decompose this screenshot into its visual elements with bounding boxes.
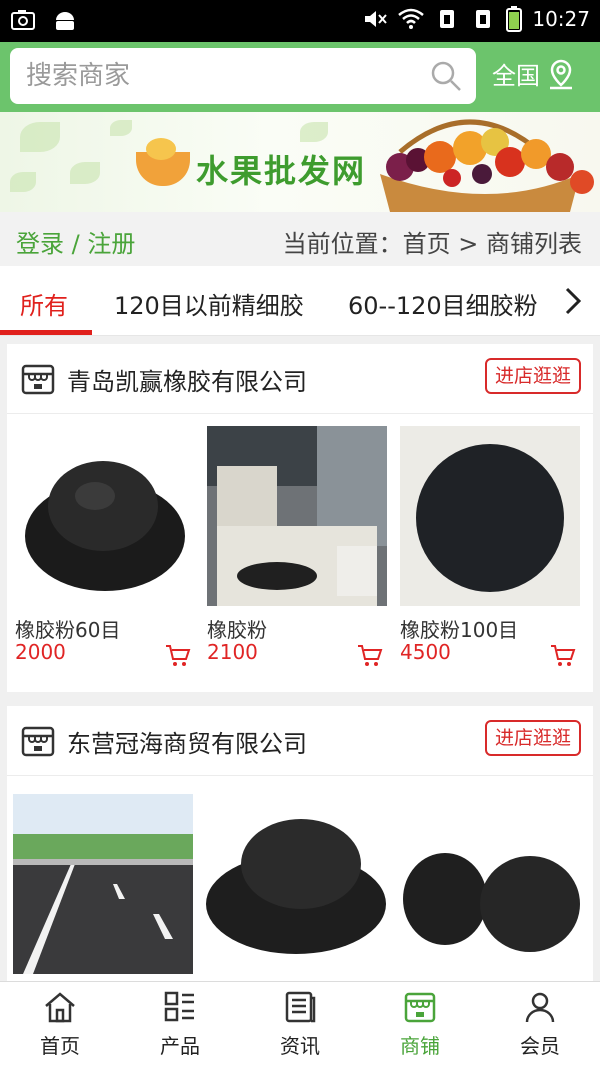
leaf-decoration xyxy=(10,172,36,192)
screenshot-icon xyxy=(11,10,35,30)
home-icon xyxy=(45,992,75,1023)
shop-header[interactable]: 东营冠海商贸有限公司 进店逛逛 xyxy=(7,706,593,776)
location-pin-icon xyxy=(550,59,572,89)
leaf-decoration xyxy=(20,122,60,152)
clock: 10:27 xyxy=(532,7,590,31)
nav-shops[interactable]: 商铺 xyxy=(360,982,480,1067)
product-image xyxy=(15,426,195,606)
shop-name: 青岛凯赢橡胶有限公司 xyxy=(67,368,307,396)
product-price: 2100 xyxy=(207,640,258,664)
shop-icon xyxy=(404,992,436,1023)
nav-label: 首页 xyxy=(40,1034,80,1058)
region-selector[interactable]: 全国 xyxy=(492,56,576,91)
search-icon[interactable] xyxy=(430,60,462,92)
product-name: 橡胶粉60目 xyxy=(15,618,121,642)
search-input[interactable] xyxy=(26,58,416,94)
nav-member[interactable]: 会员 xyxy=(480,982,600,1067)
tab-60-120-fine-powder[interactable]: 60--120目细胶粉 xyxy=(348,286,538,321)
tab-120-fine-rubber[interactable]: 120目以前精细胶 xyxy=(114,286,304,321)
status-bar: 10:27 xyxy=(0,0,600,42)
breadcrumb: 当前位置：首页 > 商铺列表 xyxy=(282,230,582,258)
leaf-decoration xyxy=(70,162,100,184)
android-icon xyxy=(56,12,74,30)
cart-icon[interactable] xyxy=(357,644,383,668)
nav-news[interactable]: 资讯 xyxy=(240,982,360,1067)
nav-label: 商铺 xyxy=(400,1034,440,1058)
product-image xyxy=(207,426,387,606)
tab-all[interactable]: 所有 xyxy=(20,286,68,321)
product-name: 橡胶粉100目 xyxy=(400,618,519,642)
region-label: 全国 xyxy=(492,62,540,90)
sim2-signal-icon xyxy=(476,10,491,28)
visit-shop-button[interactable]: 进店逛逛 xyxy=(485,720,581,756)
visit-shop-button[interactable]: 进店逛逛 xyxy=(485,358,581,394)
promo-banner[interactable]: 水果批发网 xyxy=(0,112,600,212)
category-tabs: 所有 120目以前精细胶 60--120目细胶粉 xyxy=(0,266,600,336)
search-header: 全国 xyxy=(0,42,600,112)
nav-products[interactable]: 产品 xyxy=(120,982,240,1067)
shop-card: 东营冠海商贸有限公司 进店逛逛 xyxy=(7,706,593,981)
product-name: 橡胶粉 xyxy=(207,618,267,642)
storefront-icon xyxy=(21,726,55,757)
battery-icon xyxy=(506,6,523,32)
member-icon xyxy=(525,992,555,1023)
mute-icon xyxy=(365,11,388,27)
storefront-icon xyxy=(21,364,55,395)
leaf-decoration xyxy=(110,120,132,136)
product-image xyxy=(206,794,386,974)
breadcrumb-bar: 登录 / 注册 当前位置：首页 > 商铺列表 xyxy=(0,212,600,266)
search-box[interactable] xyxy=(10,48,476,104)
banner-title: 水果批发网 xyxy=(196,152,367,190)
product-price: 2000 xyxy=(15,640,66,664)
nav-home[interactable]: 首页 xyxy=(0,982,120,1067)
shop-name: 东营冠海商贸有限公司 xyxy=(67,730,307,758)
shop-card: 青岛凯赢橡胶有限公司 进店逛逛 橡胶粉60目 2000 橡胶粉 2100 橡胶粉… xyxy=(7,344,593,692)
chevron-right-icon[interactable] xyxy=(558,286,588,316)
product-grid-icon xyxy=(164,991,194,1022)
shop-header[interactable]: 青岛凯赢橡胶有限公司 进店逛逛 xyxy=(7,344,593,414)
wifi-icon xyxy=(398,8,425,29)
product-image xyxy=(13,794,193,974)
cart-icon[interactable] xyxy=(550,644,576,668)
juice-cup-logo xyxy=(136,138,190,186)
product-image xyxy=(400,794,580,974)
product-image xyxy=(400,426,580,606)
active-tab-indicator xyxy=(0,330,92,335)
nav-label: 产品 xyxy=(160,1034,200,1058)
login-register-link[interactable]: 登录 / 注册 xyxy=(16,224,135,259)
cart-icon[interactable] xyxy=(165,644,191,668)
nav-label: 资讯 xyxy=(280,1034,320,1058)
nav-label: 会员 xyxy=(520,1034,560,1058)
bottom-navigation: 首页 产品 资讯 商铺 会员 xyxy=(0,981,600,1067)
fruit-basket-image xyxy=(380,119,594,212)
sim1-signal-icon xyxy=(440,10,455,28)
news-icon xyxy=(285,991,316,1023)
product-price: 4500 xyxy=(400,640,451,664)
leaf-decoration xyxy=(300,122,328,142)
